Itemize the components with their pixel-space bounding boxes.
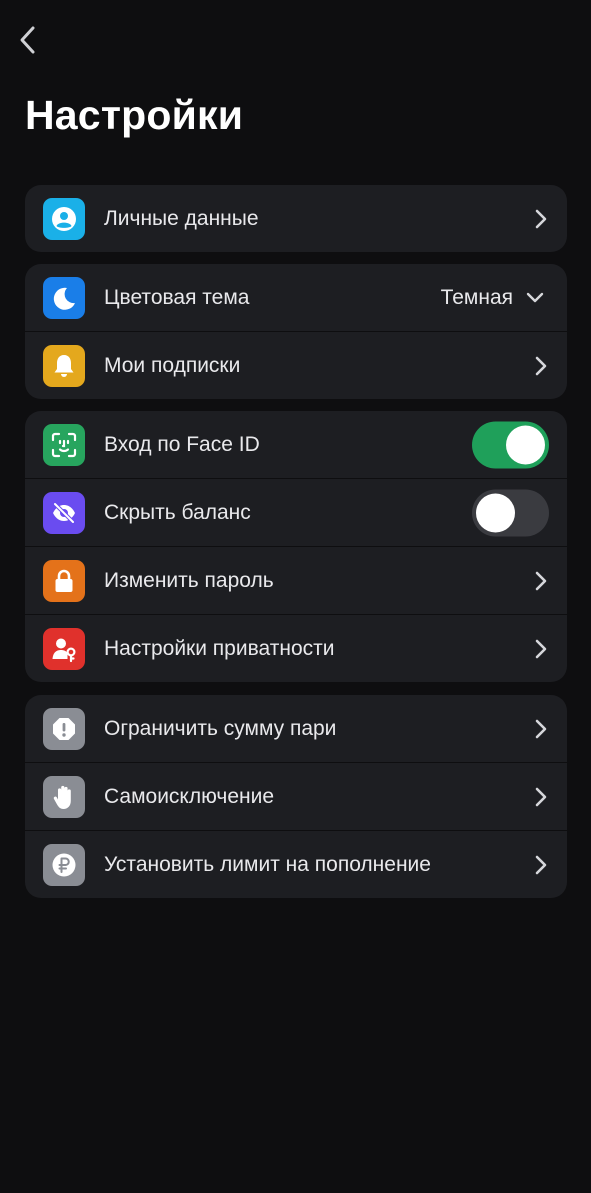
row-deposit-limit[interactable]: Установить лимит на пополнение [25, 830, 567, 898]
chevron-right-icon [533, 355, 549, 377]
row-privacy-settings[interactable]: Настройки приватности [25, 614, 567, 682]
settings-group-responsible-gaming: Ограничить сумму пари Самоисключение Уст… [25, 695, 567, 898]
row-label: Мои подписки [104, 353, 241, 377]
row-label: Личные данные [104, 206, 259, 230]
chevron-down-icon [526, 292, 544, 302]
row-limit-bet-amount[interactable]: Ограничить сумму пари [25, 695, 567, 762]
row-label: Настройки приватности [104, 636, 335, 660]
row-label: Скрыть баланс [104, 500, 251, 524]
chevron-right-icon [533, 570, 549, 592]
chevron-right-icon [533, 208, 549, 230]
hand-icon [43, 775, 85, 818]
toggle-knob [506, 425, 545, 464]
row-label: Самоисключение [104, 784, 275, 808]
eye-off-icon [43, 491, 85, 534]
row-face-id: Вход по Face ID [25, 411, 567, 478]
row-label: Вход по Face ID [104, 432, 260, 456]
back-button[interactable] [12, 22, 44, 58]
row-hide-balance: Скрыть баланс [25, 478, 567, 546]
settings-group-appearance: Цветовая тема Темная Мои подписки [25, 264, 567, 399]
lock-icon [43, 559, 85, 602]
theme-dropdown[interactable]: Темная [441, 286, 545, 310]
page-title: Настройки [25, 92, 244, 138]
theme-value: Темная [440, 285, 513, 309]
settings-group-security: Вход по Face ID Скрыть баланс Изменить п… [25, 411, 567, 682]
row-label: Установить лимит на пополнение [104, 852, 431, 876]
bell-icon [43, 344, 85, 387]
settings-group-profile: Личные данные [25, 185, 567, 252]
face-id-icon [43, 423, 85, 466]
chevron-right-icon [533, 854, 549, 876]
row-label: Ограничить сумму пари [104, 716, 337, 740]
alert-octagon-icon [43, 707, 85, 750]
toggle-knob [476, 493, 515, 532]
user-key-icon [43, 627, 85, 670]
user-icon [43, 197, 85, 240]
row-personal-data[interactable]: Личные данные [25, 185, 567, 252]
chevron-right-icon [533, 638, 549, 660]
chevron-left-icon [20, 26, 35, 54]
hide-balance-toggle[interactable] [472, 489, 549, 536]
row-label: Цветовая тема [104, 285, 250, 309]
row-my-subscriptions[interactable]: Мои подписки [25, 331, 567, 399]
ruble-icon [43, 843, 85, 886]
row-color-theme[interactable]: Цветовая тема Темная [25, 264, 567, 331]
chevron-right-icon [533, 786, 549, 808]
face-id-toggle[interactable] [472, 421, 549, 468]
row-self-exclusion[interactable]: Самоисключение [25, 762, 567, 830]
chevron-right-icon [533, 718, 549, 740]
row-label: Изменить пароль [104, 568, 274, 592]
row-change-password[interactable]: Изменить пароль [25, 546, 567, 614]
moon-icon [43, 276, 85, 319]
